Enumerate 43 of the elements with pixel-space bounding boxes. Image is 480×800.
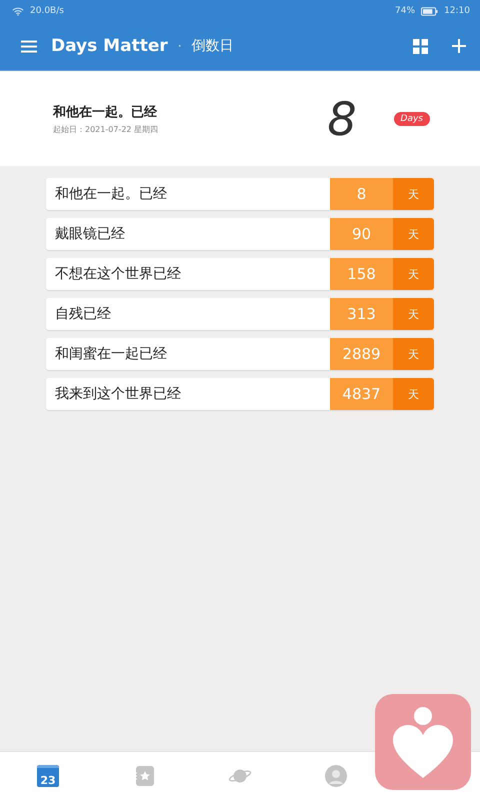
heart-app-icon[interactable]: [375, 694, 471, 790]
day-count: 90: [330, 218, 393, 250]
event-name: 和闺蜜在一起已经: [54, 345, 168, 364]
event-row[interactable]: 戴眼镜已经 90 天: [46, 218, 434, 250]
app-title: Days Matter: [51, 36, 168, 56]
clock-time: 12:10: [444, 6, 470, 16]
event-row[interactable]: 和闺蜜在一起已经 2889 天: [46, 338, 434, 370]
event-name: 戴眼镜已经: [54, 225, 126, 244]
add-icon[interactable]: [452, 39, 466, 53]
day-count: 8: [326, 92, 358, 146]
day-unit: 天: [393, 378, 434, 410]
network-speed: 20.0B/s: [30, 6, 64, 16]
day-unit: 天: [393, 178, 434, 210]
event-title: 和他在一起。已经: [53, 104, 158, 120]
day-count: 8: [330, 178, 393, 210]
event-row[interactable]: 不想在这个世界已经 158 天: [46, 258, 434, 290]
event-name: 自残已经: [54, 305, 112, 324]
event-row[interactable]: 和他在一起。已经 8 天: [46, 178, 434, 210]
event-name: 和他在一起。已经: [54, 185, 168, 204]
event-name: 我来到这个世界已经: [54, 385, 182, 404]
day-count: 313: [330, 298, 393, 330]
day-count: 158: [330, 258, 393, 290]
day-unit: 天: [393, 258, 434, 290]
battery-icon: [421, 6, 438, 16]
menu-icon[interactable]: [21, 40, 37, 52]
profile-icon[interactable]: [324, 765, 348, 787]
wifi-icon: [12, 6, 24, 16]
title-separator: ·: [178, 39, 182, 53]
event-row[interactable]: 自残已经 313 天: [46, 298, 434, 330]
day-unit: 天: [393, 218, 434, 250]
calendar-icon[interactable]: 23: [37, 765, 59, 787]
grid-icon[interactable]: [413, 38, 428, 54]
day-unit: 天: [393, 338, 434, 370]
day-count: 2889: [330, 338, 393, 370]
event-row[interactable]: 我来到这个世界已经 4837 天: [46, 378, 434, 410]
days-badge: Days: [394, 112, 430, 126]
highlight-card[interactable]: 和他在一起。已经 起始日：2021-07-22 星期四 8 Days: [0, 70, 480, 166]
battery-percent: 74%: [395, 6, 416, 16]
day-unit: 天: [393, 298, 434, 330]
page-subtitle: 倒数日: [192, 37, 234, 55]
day-count: 4837: [330, 378, 393, 410]
event-name: 不想在这个世界已经: [54, 265, 182, 284]
start-date: 起始日：2021-07-22 星期四: [53, 124, 160, 134]
